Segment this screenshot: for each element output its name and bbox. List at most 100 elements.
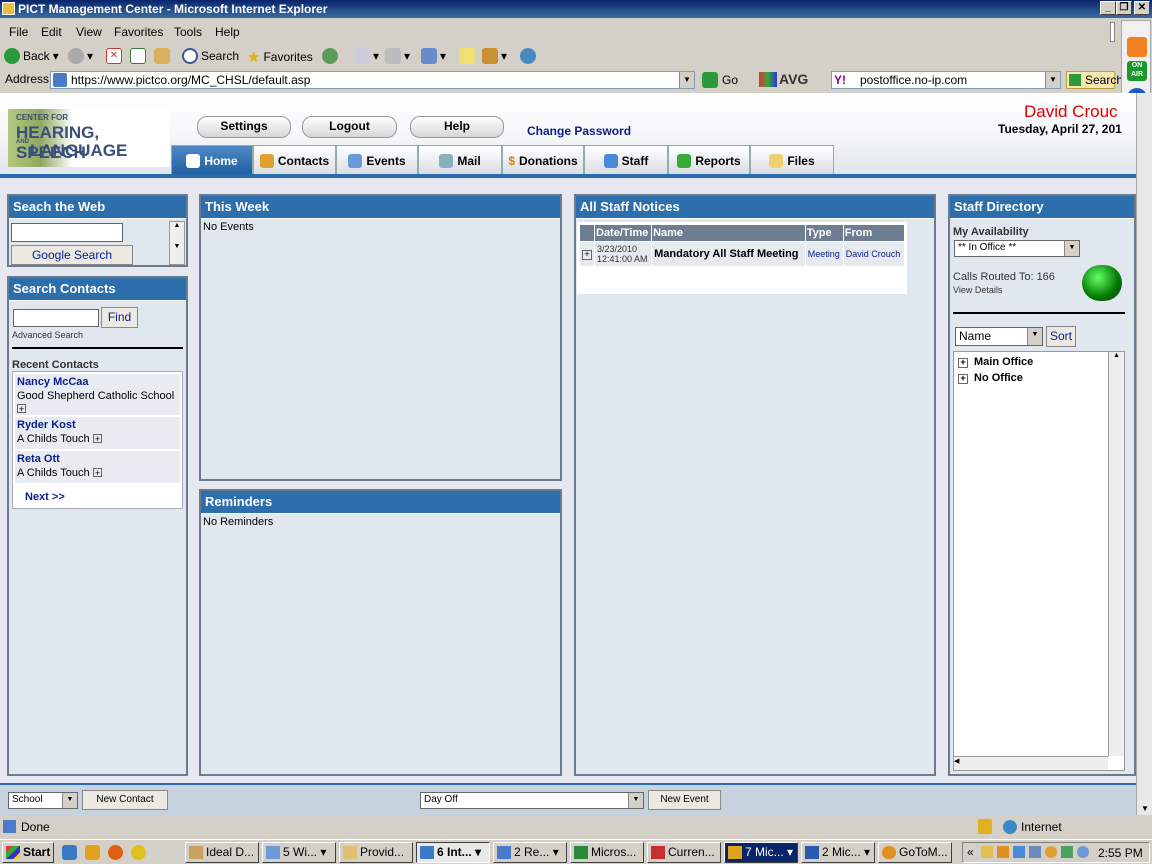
exit-icon[interactable]: [1127, 37, 1147, 57]
contact-search-input[interactable]: [13, 309, 99, 327]
new-contact-button[interactable]: New Contact: [82, 790, 168, 810]
expand-icon[interactable]: +: [958, 358, 968, 368]
address-input[interactable]: https://www.pictco.org/MC_CHSL/default.a…: [50, 71, 695, 89]
go-button[interactable]: Go: [702, 72, 738, 88]
mail-button[interactable]: ▾: [354, 48, 379, 64]
home-button[interactable]: [154, 48, 170, 64]
task-item-active[interactable]: 6 Int... ▾: [416, 842, 490, 863]
web-search-input[interactable]: [11, 223, 123, 242]
discuss-button[interactable]: [459, 48, 475, 64]
clock-quicklaunch-icon[interactable]: [85, 845, 100, 860]
address-dropdown[interactable]: ▼: [679, 72, 694, 88]
tray-network-icon[interactable]: [1013, 846, 1025, 858]
column-header-datetime[interactable]: Date/Time: [593, 224, 653, 242]
task-item[interactable]: 2 Mic... ▾: [801, 842, 875, 863]
tray-mail-icon[interactable]: [981, 846, 993, 858]
vertical-scrollbar[interactable]: ▲: [1108, 352, 1124, 756]
task-item[interactable]: Micros...: [570, 842, 644, 863]
messenger-button[interactable]: [520, 48, 536, 64]
chrome-icon[interactable]: [131, 845, 146, 860]
tray-security-icon[interactable]: [1029, 846, 1041, 858]
close-button[interactable]: ✕: [1134, 1, 1150, 15]
menu-file[interactable]: File: [9, 25, 28, 39]
task-item[interactable]: Curren...: [647, 842, 721, 863]
history-button[interactable]: [322, 48, 338, 64]
minimize-button[interactable]: _: [1100, 1, 1116, 15]
column-header-from[interactable]: From: [842, 224, 906, 242]
menu-edit[interactable]: Edit: [41, 25, 62, 39]
help-button[interactable]: Help: [410, 116, 504, 138]
expand-icon[interactable]: +: [93, 468, 102, 478]
on-air-icon[interactable]: ON AIR: [1127, 61, 1147, 81]
ie-quicklaunch-icon[interactable]: [62, 845, 77, 860]
scrollbar[interactable]: ▲ ▼: [169, 221, 185, 265]
expand-icon[interactable]: +: [582, 249, 592, 260]
forward-button[interactable]: ▾: [68, 48, 93, 64]
research-button[interactable]: ▾: [482, 48, 507, 64]
tray-clock-icon[interactable]: [997, 846, 1009, 858]
tray-sync-icon[interactable]: [1061, 846, 1073, 858]
restore-button[interactable]: ❐: [1116, 1, 1132, 15]
sort-button[interactable]: Sort: [1046, 326, 1076, 347]
tree-item-main-office[interactable]: + Main Office: [958, 356, 1033, 368]
logout-button[interactable]: Logout: [302, 116, 397, 138]
column-header-name[interactable]: Name: [651, 224, 806, 242]
horizontal-scrollbar[interactable]: ◀: [954, 756, 1108, 770]
task-item[interactable]: 5 Wi... ▾: [262, 842, 336, 863]
search-dropdown[interactable]: ▼: [1045, 72, 1060, 88]
next-link[interactable]: Next >>: [25, 491, 65, 503]
advanced-search-link[interactable]: Advanced Search: [12, 330, 83, 340]
list-item[interactable]: Ryder Kost A Childs Touch +: [15, 417, 180, 449]
sort-field-select[interactable]: Name ▼: [955, 327, 1043, 346]
tab-events[interactable]: Events: [336, 145, 418, 175]
tab-home[interactable]: Home: [171, 145, 253, 175]
avg-toolbar[interactable]: AVG: [757, 71, 827, 89]
tab-contacts[interactable]: Contacts: [253, 145, 336, 175]
toolbar-search-button[interactable]: Search: [1066, 71, 1123, 89]
search-button[interactable]: Search: [182, 48, 239, 64]
toolbar-search-input[interactable]: Y! postoffice.no-ip.com ▼: [831, 71, 1061, 89]
contact-type-select[interactable]: School ▼: [8, 792, 78, 809]
refresh-button[interactable]: [130, 48, 146, 64]
task-item[interactable]: Ideal D...: [185, 842, 259, 863]
start-button[interactable]: Start: [2, 842, 54, 863]
google-search-button[interactable]: Google Search: [11, 245, 133, 265]
view-details-link[interactable]: View Details: [953, 285, 1002, 295]
back-button[interactable]: Back ▾: [4, 48, 59, 64]
stop-button[interactable]: ✕: [106, 48, 122, 64]
event-type-select[interactable]: Day Off ▼: [420, 792, 644, 809]
menu-help[interactable]: Help: [215, 25, 240, 39]
task-item[interactable]: 2 Re... ▾: [493, 842, 567, 863]
change-password-link[interactable]: Change Password: [527, 124, 631, 138]
firefox-icon[interactable]: [108, 845, 123, 860]
tray-app-icon[interactable]: [1045, 846, 1057, 858]
tree-item-no-office[interactable]: + No Office: [958, 372, 1023, 384]
expand-icon[interactable]: +: [93, 434, 102, 444]
new-event-button[interactable]: New Event: [648, 790, 721, 810]
table-row[interactable]: + 3/23/2010 12:41:00 AM Mandatory All Sta…: [579, 241, 906, 267]
tray-media-icon[interactable]: [1077, 846, 1089, 858]
find-button[interactable]: Find: [101, 307, 138, 328]
tab-reports[interactable]: Reports: [668, 145, 750, 175]
menu-view[interactable]: View: [76, 25, 102, 39]
list-item[interactable]: Reta Ott A Childs Touch +: [15, 451, 180, 483]
settings-button[interactable]: Settings: [197, 116, 291, 138]
edit-button[interactable]: ▾: [421, 48, 446, 64]
availability-select[interactable]: ** In Office ** ▼: [954, 240, 1080, 257]
task-item[interactable]: GoToM...: [878, 842, 952, 863]
favorites-button[interactable]: ★ Favorites: [247, 48, 313, 66]
print-button[interactable]: ▾: [385, 48, 410, 64]
column-header-type[interactable]: Type: [804, 224, 844, 242]
tab-files[interactable]: Files: [750, 145, 834, 175]
tray-expand-icon[interactable]: «: [967, 845, 974, 859]
expand-icon[interactable]: +: [958, 374, 968, 384]
menu-tools[interactable]: Tools: [174, 25, 202, 39]
tab-mail[interactable]: Mail: [418, 145, 502, 175]
task-item[interactable]: Provid...: [339, 842, 413, 863]
expand-icon[interactable]: +: [17, 404, 26, 414]
page-scrollbar[interactable]: ▼: [1136, 93, 1152, 815]
tab-staff[interactable]: Staff: [584, 145, 668, 175]
menu-favorites[interactable]: Favorites: [114, 25, 163, 39]
list-item[interactable]: Nancy McCaa Good Shepherd Catholic Schoo…: [15, 374, 180, 415]
tab-donations[interactable]: $ Donations: [502, 145, 584, 175]
